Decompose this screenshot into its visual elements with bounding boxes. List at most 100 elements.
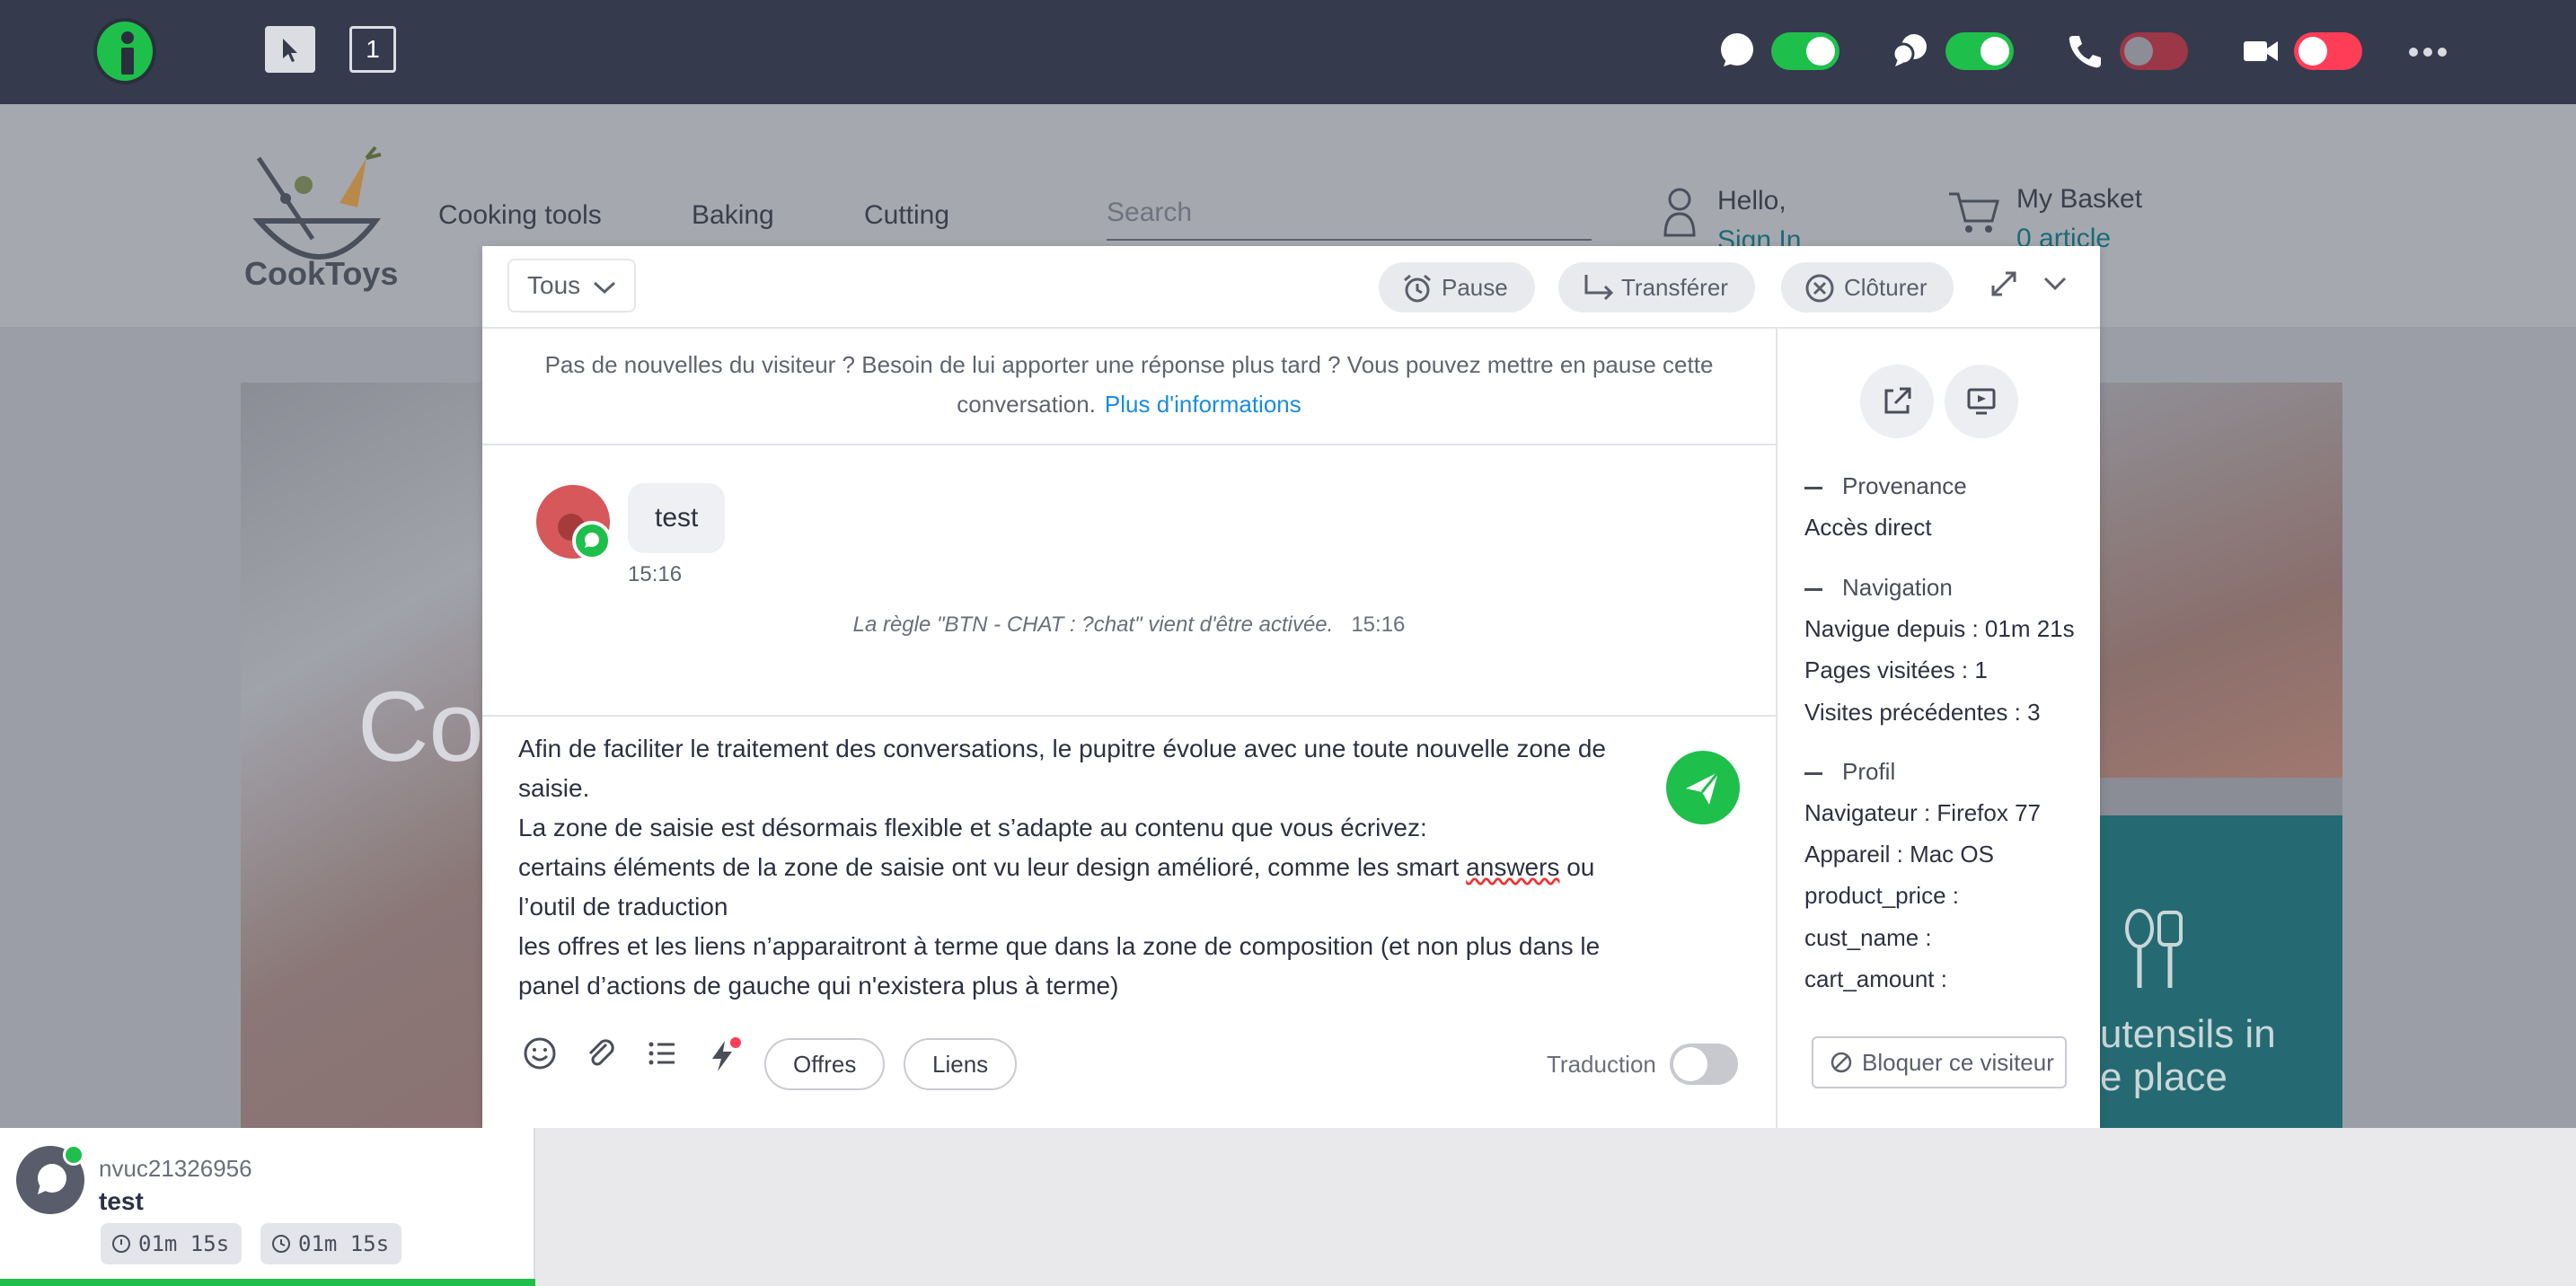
close-conversation-button[interactable]: Clôturer (1781, 262, 1954, 313)
conversation-avatar (16, 1144, 84, 1214)
chat-icon (1721, 33, 1753, 66)
block-visitor-label: Bloquer ce visiteur (1862, 1049, 2054, 1076)
nav-baking[interactable]: Baking (692, 200, 774, 231)
block-visitor-button[interactable]: Bloquer ce visiteur (1812, 1036, 2067, 1088)
profile-browser: Navigateur : Firefox 77 (1804, 799, 2042, 826)
site-search-input[interactable]: Search (1107, 198, 1592, 241)
paper-plane-icon (1686, 771, 1720, 805)
visitor-sidebar: Provenance Accès direct Navigation Navig… (1776, 329, 2100, 1128)
filter-label: Tous (527, 271, 581, 299)
message-thread: test 15:16 La règle "BTN - CHAT : ?chat"… (482, 447, 1776, 715)
visitor-id: nvuc21326956 (99, 1155, 252, 1182)
online-indicator (63, 1144, 84, 1166)
profile-cust-name: cust_name : (1804, 924, 1932, 951)
translation-toggle[interactable] (1670, 1044, 1738, 1085)
pause-notice: Pas de nouvelles du visiteur ? Besoin de… (482, 329, 1776, 445)
clock-icon (272, 1235, 290, 1253)
chat-header: Tous Pause Transférer Clôturer (482, 246, 2100, 329)
profile-section-title[interactable]: Profil (1804, 758, 1895, 786)
transfer-label: Transférer (1621, 274, 1728, 301)
conversation-progress-bar (0, 1279, 535, 1286)
attachment-icon[interactable] (583, 1035, 619, 1071)
open-external-button[interactable] (1860, 365, 1934, 438)
compose-line-1: Afin de faciliter le traitement des conv… (518, 735, 1606, 802)
pages-visited: Pages visitées : 1 (1804, 656, 1988, 683)
list-icon[interactable] (644, 1035, 680, 1071)
page-counter[interactable]: 1 (349, 26, 396, 73)
rule-activated-event: La règle "BTN - CHAT : ?chat" vient d'êt… (482, 612, 1776, 638)
site-brand-name: CookToys (244, 255, 399, 292)
video-chat-icon (1892, 34, 1927, 66)
screen-share-icon (1967, 388, 1996, 415)
chat-panel: Tous Pause Transférer Clôturer Pas de no… (482, 246, 2100, 1128)
rule-time: 15:16 (1351, 612, 1406, 637)
links-button[interactable]: Liens (904, 1038, 1018, 1090)
hero-side-image (2100, 383, 2342, 778)
transfer-button[interactable]: Transférer (1558, 262, 1755, 313)
navigation-section-title[interactable]: Navigation (1804, 574, 1953, 602)
response-timer: 01m 15s (101, 1223, 243, 1264)
expand-icon[interactable] (1989, 269, 2018, 298)
close-circle-icon (1805, 274, 1834, 303)
promo-line-1: utensils in (2100, 1012, 2276, 1056)
top-bar: 1 (0, 0, 2576, 104)
compose-input[interactable]: Afin de faciliter le traitement des conv… (518, 729, 1632, 1006)
chevron-down-icon (593, 281, 615, 294)
video-chat-toggle[interactable] (1945, 32, 2014, 70)
phone-toggle[interactable] (2120, 32, 2188, 70)
previous-visits: Visites précédentes : 3 (1804, 699, 2041, 726)
rule-text: La règle "BTN - CHAT : ?chat" vient d'êt… (852, 612, 1334, 637)
translation-label: Traduction (1547, 1051, 1656, 1078)
pause-label: Pause (1442, 274, 1508, 301)
conversation-filter[interactable]: Tous (507, 259, 636, 313)
offers-button[interactable]: Offres (764, 1038, 886, 1090)
chat-channel-icon (572, 521, 612, 560)
promo-line-2: e place (2100, 1055, 2228, 1099)
compose-line-3: certains éléments de la zone de saisie o… (518, 853, 1595, 920)
collapse-chevron-icon[interactable] (2042, 269, 2069, 296)
pause-button[interactable]: Pause (1379, 262, 1535, 313)
chat-toggle[interactable] (1771, 32, 1839, 70)
misspelled-word: answers (1466, 853, 1560, 881)
provenance-value: Accès direct (1804, 514, 1932, 541)
cobrowse-button[interactable] (1945, 365, 2018, 438)
iadvize-logo (93, 18, 156, 84)
nav-cooking-tools[interactable]: Cooking tools (438, 200, 602, 231)
profile-device: Appareil : Mac OS (1804, 841, 1994, 868)
transfer-arrow-icon (1584, 275, 1614, 301)
compose-area[interactable]: Afin de faciliter le traitement des conv… (482, 715, 1776, 1128)
external-link-icon (1884, 387, 1911, 414)
send-button[interactable] (1666, 751, 1740, 824)
alarm-clock-icon (1404, 274, 1431, 303)
emoji-icon[interactable] (522, 1035, 558, 1071)
visitor-avatar (536, 485, 612, 560)
user-icon (1663, 188, 1696, 237)
conversation-card[interactable]: nvuc21326956 test 01m 15s 01m 15s (0, 1128, 535, 1286)
message-time: 15:16 (628, 562, 683, 586)
provenance-section-title[interactable]: Provenance (1804, 472, 1967, 500)
message-bubble: test (628, 483, 726, 553)
cursor-icon[interactable] (265, 26, 315, 73)
video-camera-icon (2244, 41, 2278, 61)
video-toggle[interactable] (2294, 32, 2362, 70)
hello-text: Hello, (1717, 186, 1786, 216)
hero-text: Co (357, 672, 484, 782)
more-info-link[interactable]: Plus d'informations (1105, 391, 1301, 418)
compose-line-4: les offres et les liens n’apparaitront à… (518, 932, 1601, 1000)
smart-answers-icon[interactable] (703, 1035, 743, 1075)
navigation-duration: Navigue depuis : 01m 21s (1804, 615, 2075, 642)
conversation-timer: 01m 15s (260, 1223, 402, 1264)
cart-icon (1949, 192, 1999, 233)
profile-cart-amount: cart_amount : (1804, 965, 1947, 992)
phone-icon (2069, 36, 2101, 68)
nav-cutting[interactable]: Cutting (864, 200, 949, 231)
close-label: Clôturer (1844, 274, 1928, 301)
block-icon (1831, 1052, 1852, 1073)
compose-line-2: La zone de saisie est désormais flexible… (518, 814, 1427, 841)
profile-product-price: product_price : (1804, 882, 1959, 909)
basket-title: My Basket (2016, 184, 2143, 214)
last-message: test (99, 1187, 144, 1215)
conversation-dock: nvuc21326956 test 01m 15s 01m 15s (0, 1128, 2576, 1286)
utensils-icon (2125, 909, 2183, 988)
more-options-icon[interactable] (2409, 45, 2452, 61)
